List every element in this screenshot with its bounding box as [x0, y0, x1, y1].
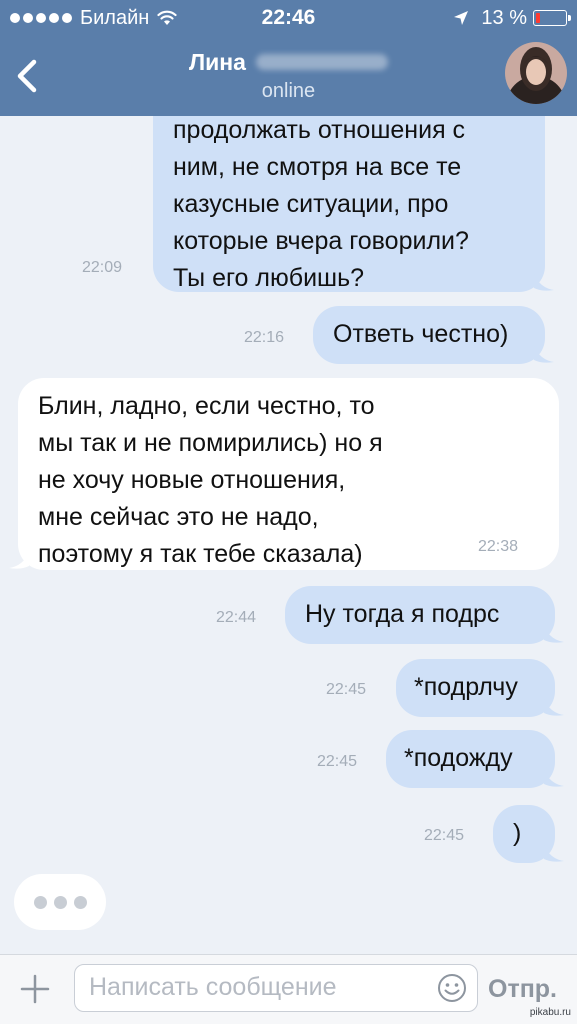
- outgoing-message-bubble[interactable]: *подрлчу: [396, 659, 564, 717]
- message-line: мы так и не помирились) но я: [38, 429, 383, 457]
- contact-avatar[interactable]: [505, 42, 567, 104]
- location-arrow-icon: [454, 11, 469, 25]
- message-line: которые вчера говорили?: [173, 227, 469, 255]
- message-line: *подожду: [404, 744, 513, 772]
- message-time: 22:45: [317, 753, 358, 770]
- watermark: pikabu.ru: [529, 1007, 571, 1018]
- send-button[interactable]: Отпр.: [488, 969, 557, 1009]
- message-time: 22:44: [216, 609, 257, 626]
- bubble-tail: [544, 845, 564, 862]
- chat-title[interactable]: Лина online: [0, 48, 577, 104]
- message-line: мне сейчас это не надо,: [38, 503, 319, 531]
- contact-first-name: Лина: [189, 49, 246, 75]
- outgoing-message-bubble[interactable]: ): [493, 805, 564, 863]
- status-right: 13 %: [453, 7, 571, 29]
- typing-dots-icon: [14, 874, 106, 930]
- bubble-tail: [544, 626, 564, 643]
- message-field[interactable]: [74, 964, 478, 1012]
- message-line: казусные ситуации, про: [173, 190, 449, 218]
- battery-level: [536, 13, 540, 23]
- nav-bar: Лина online: [0, 38, 577, 116]
- message-input[interactable]: [89, 965, 419, 1010]
- message-line: *подрлчу: [414, 673, 518, 701]
- message-composer: Отпр. pikabu.ru: [0, 954, 577, 1024]
- battery-percent: 13 %: [481, 7, 527, 29]
- outgoing-message-bubble[interactable]: *подожду: [386, 730, 564, 788]
- message-time: 22:45: [424, 827, 465, 844]
- message-line: Ну тогда я подрс: [305, 600, 500, 628]
- message-time: 22:09: [82, 259, 123, 276]
- bubble-tail: [544, 770, 564, 787]
- bubble-tail: [534, 274, 554, 291]
- battery-icon: [533, 10, 571, 26]
- message-line: Ответь честно): [333, 320, 509, 348]
- contact-name: Лина: [189, 48, 388, 76]
- message-list[interactable]: продолжать отношения с ним, не смотря на…: [0, 116, 577, 954]
- message-line: Блин, ладно, если честно, то: [38, 392, 375, 420]
- plus-icon[interactable]: [18, 972, 52, 1006]
- outgoing-message-bubble[interactable]: Ну тогда я подрс: [285, 586, 564, 644]
- message-time: 22:38: [478, 538, 519, 555]
- blurred-surname: [255, 54, 388, 70]
- message-line: ним, не смотря на все те: [173, 153, 462, 181]
- message-line: продолжать отношения с: [173, 116, 466, 144]
- bubble-tail: [534, 346, 554, 363]
- bubble-tail: [9, 552, 29, 569]
- outgoing-message-bubble[interactable]: Ответь честно): [313, 306, 554, 364]
- status-bar: Билайн 22:46 13 %: [0, 0, 577, 38]
- message-time: 22:45: [326, 681, 367, 698]
- smiley-icon[interactable]: [437, 973, 467, 1003]
- bubble-tail: [544, 699, 564, 716]
- message-line: не хочу новые отношения,: [38, 466, 346, 494]
- message-line: Ты его любишь?: [173, 264, 365, 292]
- outgoing-message-bubble[interactable]: продолжать отношения с ним, не смотря на…: [153, 116, 554, 292]
- online-status: online: [261, 80, 316, 102]
- message-time: 22:16: [244, 329, 285, 346]
